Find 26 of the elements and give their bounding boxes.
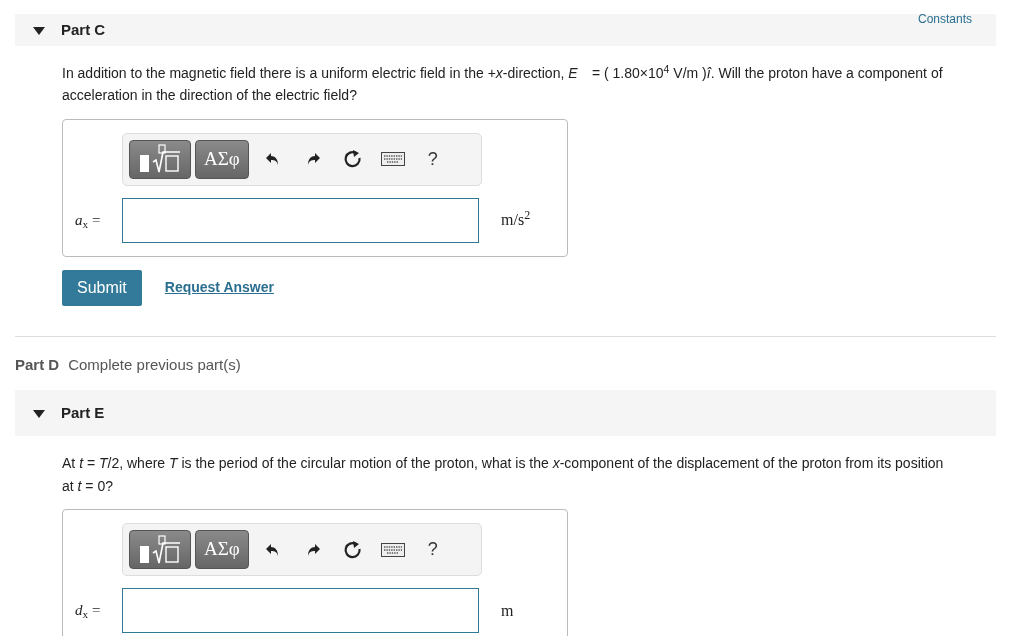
submit-button[interactable]: Submit [62, 269, 142, 306]
templates-button[interactable] [129, 139, 191, 179]
symbols-button[interactable]: ΑΣφ [195, 530, 249, 570]
request-answer-link[interactable]: Request Answer [164, 277, 274, 299]
part-header[interactable]: Part E [15, 390, 996, 437]
help-button[interactable]: ? [412, 536, 453, 564]
constants-link[interactable]: Constants [917, 12, 972, 26]
answer-label: a$_{x}$ = [74, 211, 102, 232]
answer-label: d$_{x}$ = [74, 601, 102, 622]
unit-label: m/s$^{2}$ [501, 208, 531, 231]
part-title: Part D [15, 354, 60, 375]
templates-button[interactable] [129, 530, 191, 570]
question-text: At t = T/2, where T is the period of the circular motion of the proton, what is the x-component of the displacement of the proton from its position at t = 0? [62, 454, 945, 496]
part-title: Part E [61, 403, 105, 424]
unit-label: m [501, 600, 514, 621]
help-button[interactable]: ? [412, 145, 453, 173]
answer-field[interactable] [122, 197, 479, 243]
reset-icon[interactable] [342, 539, 363, 560]
keyboard-icon[interactable] [380, 542, 405, 557]
keyboard-icon[interactable] [380, 152, 405, 167]
question-text: In addition to the magnetic field there is a uniform electric field in the +x-direction, E⃗ = ( 1.80×10$^{4}$ V/m )î. Will the proton have a component of acceleration in the direction of the electric field? [62, 62, 944, 106]
part-title: Part C [61, 19, 106, 40]
answer-field[interactable] [122, 588, 479, 634]
reset-icon[interactable] [342, 149, 363, 170]
symbols-button[interactable]: ΑΣφ [195, 139, 249, 179]
part-status: Complete previous part(s) [68, 354, 241, 375]
